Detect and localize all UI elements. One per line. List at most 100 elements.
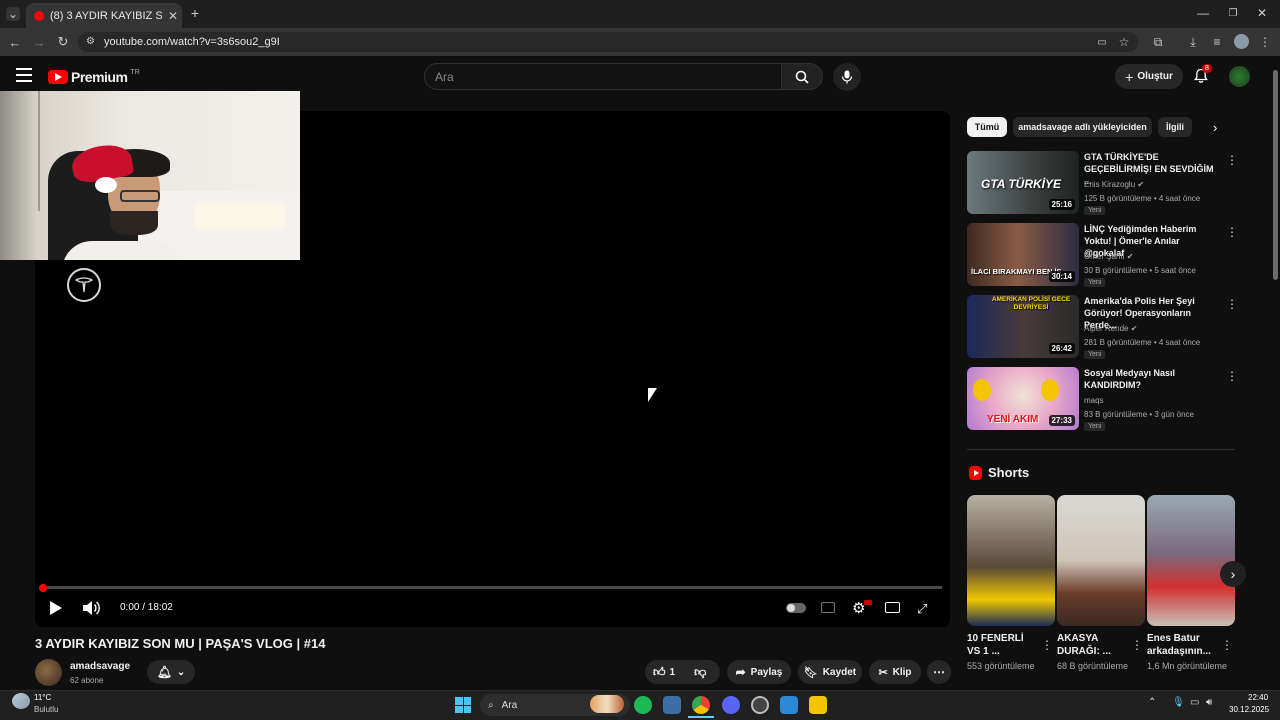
browser-tab[interactable]: (8) 3 AYDIR KAYIBIZ SON MU | P ✕	[26, 3, 182, 28]
install-app-icon[interactable]: ▭	[1095, 35, 1109, 49]
chevron-right-icon[interactable]: ›	[1213, 120, 1217, 135]
app-icon[interactable]	[751, 696, 769, 714]
scrollbar-thumb[interactable]	[1273, 70, 1278, 280]
speaker-icon[interactable]: 🔊︎	[1206, 697, 1212, 708]
progress-scrubber[interactable]	[39, 584, 47, 592]
short-item[interactable]: Enes Batur arkadaşının... 1,6 Mn görüntü…	[1147, 495, 1235, 672]
extensions-icon[interactable]: ⧉	[1151, 35, 1165, 49]
account-avatar[interactable]	[1229, 66, 1250, 87]
close-tab-icon[interactable]: ✕	[168, 9, 178, 23]
search-icon: ⌕	[488, 699, 494, 711]
short-thumbnail[interactable]	[1057, 495, 1145, 626]
short-title[interactable]: 10 FENERLİ VS 1 ...	[967, 632, 1039, 658]
youtube-logo-icon	[48, 70, 68, 84]
recommendation-item[interactable]: YENİ AKIM 27:33 Sosyal Medyayı Nasıl KAN…	[967, 367, 1242, 433]
youtube-premium-logo[interactable]: Premium TR	[48, 69, 140, 85]
search-button[interactable]	[781, 63, 823, 90]
profile-avatar-icon[interactable]	[1234, 34, 1249, 49]
share-button[interactable]: ➦ Paylaş	[727, 660, 791, 684]
short-item[interactable]: 10 FENERLİ VS 1 ... 553 görüntüleme ⋮	[967, 495, 1055, 672]
channel-name[interactable]: amadsavage	[70, 661, 130, 672]
more-options-icon[interactable]: ⋮	[1226, 369, 1238, 383]
verified-icon: ✔	[1126, 252, 1134, 261]
more-options-icon[interactable]: ⋮	[1226, 225, 1238, 239]
create-button[interactable]: + Oluştur	[1115, 64, 1183, 89]
more-options-icon[interactable]: ⋮	[1226, 153, 1238, 167]
progress-bar[interactable]	[40, 586, 942, 589]
chip-related[interactable]: İlgili	[1158, 117, 1192, 137]
forward-icon[interactable]: →	[32, 35, 46, 50]
new-tab-icon[interactable]: +	[188, 5, 202, 21]
thumbnail-text: GTA TÜRKİYE	[981, 177, 1061, 191]
spotify-icon[interactable]	[634, 696, 652, 714]
recommendation-item[interactable]: AMERİKAN POLİSİ GECE DEVRİYESİ 26:42 Ame…	[967, 295, 1242, 361]
discord-icon[interactable]	[722, 696, 740, 714]
short-title[interactable]: Enes Batur arkadaşının...	[1147, 632, 1219, 658]
more-options-icon[interactable]: ⋮	[1041, 638, 1053, 652]
shorts-next-button[interactable]: ›	[1220, 561, 1246, 587]
save-button[interactable]: 🔖︎ Kaydet	[798, 660, 862, 684]
file-explorer-icon[interactable]	[809, 696, 827, 714]
recommendation-item[interactable]: İLACI BIRAKMAYI BEN İS 30:14 LİNÇ Yediği…	[967, 223, 1242, 289]
recommendation-item[interactable]: GTA TÜRKİYE 25:16 GTA TÜRKİYE'DE GEÇEBİL…	[967, 151, 1242, 217]
subscription-bell-button[interactable]: 🔔︎ ⌄	[147, 660, 195, 684]
back-icon[interactable]: ←	[8, 35, 22, 50]
play-icon[interactable]	[50, 601, 62, 615]
channel-avatar[interactable]	[35, 659, 62, 686]
more-options-icon[interactable]: ⋮	[1226, 297, 1238, 311]
app-icon[interactable]	[780, 696, 798, 714]
close-window-icon[interactable]: ✕	[1255, 6, 1269, 20]
browser-menu-icon[interactable]: ⋮	[1259, 35, 1271, 49]
like-button[interactable]: 👍︎ 1	[653, 665, 675, 680]
microphone-icon[interactable]: 🎙︎	[1172, 697, 1185, 708]
more-options-icon[interactable]: ⋮	[1131, 638, 1143, 652]
media-control-icon[interactable]: ≡	[1210, 35, 1224, 49]
thumbs-down-icon[interactable]: 👎︎	[694, 665, 706, 680]
weather-temp[interactable]: 11°C	[34, 693, 51, 702]
video-thumbnail[interactable]: İLACI BIRAKMAYI BEN İS 30:14	[967, 223, 1079, 286]
notifications-button[interactable]: 8	[1193, 64, 1212, 86]
region-code: TR	[130, 68, 140, 76]
recommendation-title[interactable]: Sosyal Medyayı Nasıl KANDIRDIM?	[1084, 367, 1219, 391]
tab-search-icon[interactable]: ⌄	[6, 7, 20, 21]
fullscreen-icon[interactable]: ⤢	[917, 601, 927, 617]
video-thumbnail[interactable]: YENİ AKIM 27:33	[967, 367, 1079, 430]
short-item[interactable]: AKASYA DURAĞI: ... 68 B görüntüleme ⋮	[1057, 495, 1145, 672]
app-icon[interactable]	[663, 696, 681, 714]
short-thumbnail[interactable]	[1147, 495, 1235, 626]
chip-all[interactable]: Tümü	[967, 117, 1007, 137]
minimize-icon[interactable]: —	[1196, 6, 1210, 20]
chrome-icon[interactable]	[692, 696, 710, 714]
more-options-icon[interactable]: ⋮	[1221, 638, 1233, 652]
chip-from-uploader[interactable]: amadsavage adlı yükleyiciden	[1013, 117, 1152, 137]
autoplay-toggle[interactable]	[786, 603, 806, 613]
more-actions-icon[interactable]: ⋯	[927, 660, 951, 684]
restore-icon[interactable]: ❐	[1226, 6, 1240, 20]
search-input[interactable]: Ara	[424, 63, 782, 90]
create-label: Oluştur	[1137, 71, 1173, 82]
chevron-up-icon[interactable]: ⌃	[1148, 697, 1156, 708]
windows-start-icon[interactable]	[455, 697, 471, 713]
volume-icon[interactable]	[82, 600, 100, 616]
short-title[interactable]: AKASYA DURAĞI: ...	[1057, 632, 1129, 658]
address-bar[interactable]: ⚙ youtube.com/watch?v=3s6sou2_g9I	[78, 32, 1138, 52]
hamburger-menu-icon[interactable]	[16, 68, 32, 82]
clock-time[interactable]: 22:40	[1248, 693, 1268, 702]
voice-search-button[interactable]	[833, 63, 861, 91]
theater-mode-icon[interactable]	[885, 602, 900, 613]
video-thumbnail[interactable]: AMERİKAN POLİSİ GECE DEVRİYESİ 26:42	[967, 295, 1079, 358]
clock-date[interactable]: 30.12.2025	[1229, 705, 1269, 714]
network-icon[interactable]: ▭	[1190, 697, 1199, 708]
clip-button[interactable]: ✂ Klip	[869, 660, 921, 684]
channel-watermark-icon[interactable]	[67, 268, 101, 302]
video-thumbnail[interactable]: GTA TÜRKİYE 25:16	[967, 151, 1079, 214]
subtitles-icon[interactable]	[821, 602, 835, 613]
site-info-icon[interactable]: ⚙	[86, 36, 95, 47]
download-icon[interactable]: ⤓	[1186, 35, 1200, 49]
short-thumbnail[interactable]	[967, 495, 1055, 626]
reload-icon[interactable]: ↻	[56, 34, 70, 49]
share-label: Paylaş	[750, 666, 783, 678]
bell-icon: 🔔︎	[156, 665, 172, 679]
weather-cloud-icon[interactable]	[12, 693, 30, 709]
bookmark-star-icon[interactable]: ☆	[1117, 35, 1131, 49]
